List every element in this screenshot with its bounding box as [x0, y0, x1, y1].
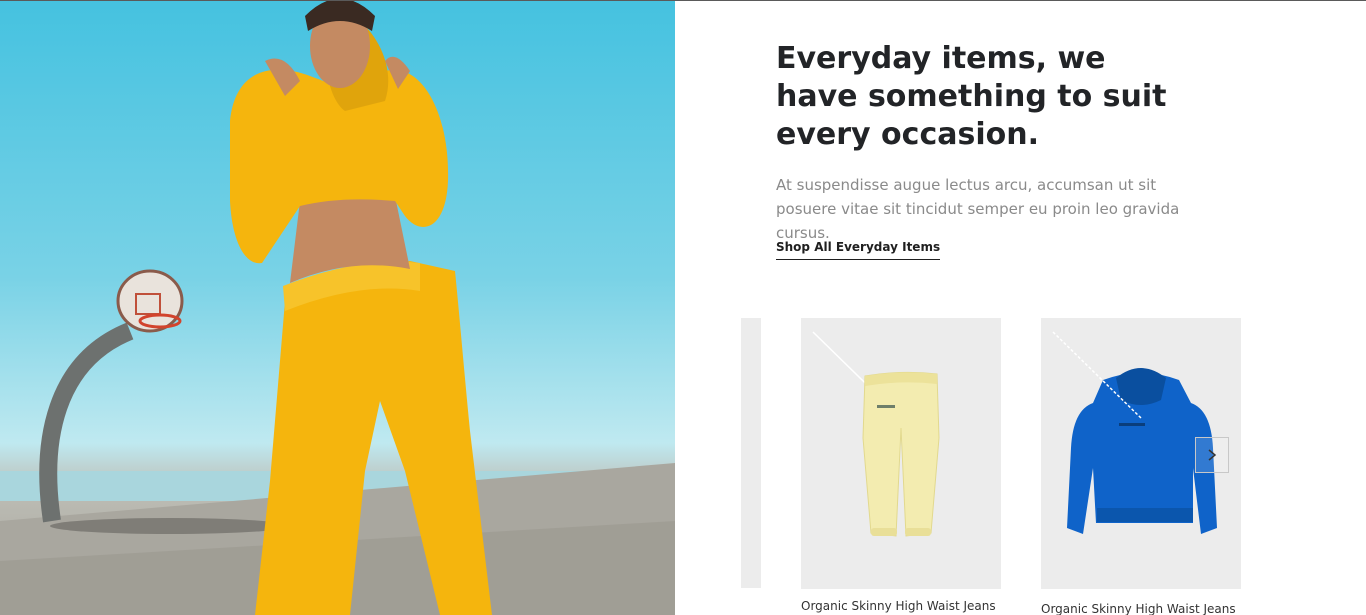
carousel-next-button[interactable] — [1195, 437, 1229, 473]
product-carousel: Organic Skinny High Waist Jeans Organic … — [741, 318, 1261, 615]
product-image[interactable] — [801, 318, 1001, 589]
product-card[interactable]: Organic Skinny High Waist Jeans — [801, 318, 1001, 613]
shop-all-everyday-items-link[interactable]: Shop All Everyday Items — [776, 240, 941, 260]
section-description: At suspendisse augue lectus arcu, accums… — [776, 176, 1180, 242]
product-name[interactable]: Organic Skinny High Waist Jeans — [801, 599, 1001, 613]
hero-image — [0, 1, 675, 615]
section-heading: Everyday items, we have something to sui… — [776, 41, 1167, 152]
partial-product-card — [741, 318, 761, 588]
chevron-right-icon — [1208, 449, 1217, 461]
product-name[interactable]: Organic Skinny High Waist Jeans — [1041, 602, 1241, 615]
